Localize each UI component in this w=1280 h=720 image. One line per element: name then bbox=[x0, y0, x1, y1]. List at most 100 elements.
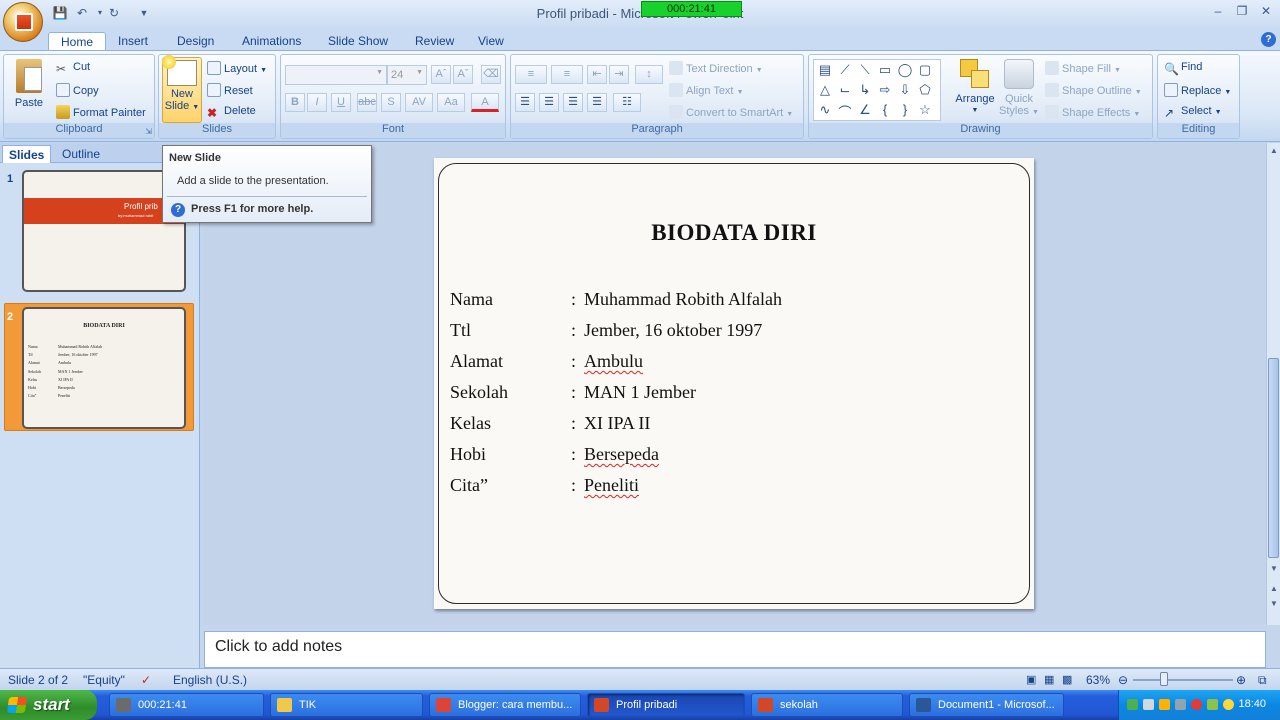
star-shape-icon[interactable]: ☆ bbox=[916, 102, 934, 118]
tray-icon[interactable] bbox=[1127, 699, 1138, 710]
paste-button[interactable]: Paste bbox=[7, 59, 51, 109]
replace-button[interactable]: Replace ▼ bbox=[1164, 83, 1231, 97]
underline-icon[interactable]: U bbox=[331, 93, 351, 112]
tray-icon[interactable] bbox=[1191, 699, 1202, 710]
spelling-check-icon[interactable]: ✓ bbox=[141, 673, 151, 687]
scroll-down-icon[interactable]: ▼ bbox=[1268, 563, 1280, 575]
office-button[interactable] bbox=[3, 2, 43, 42]
tab-insert[interactable]: Insert bbox=[118, 32, 148, 50]
freeform-shape-icon[interactable]: ∠ bbox=[856, 102, 874, 118]
find-button[interactable]: 🔍 Find bbox=[1164, 61, 1202, 76]
taskbar-item[interactable]: 000:21:41 bbox=[109, 693, 264, 717]
shape-effects-button[interactable]: Shape Effects ▼ bbox=[1045, 105, 1140, 119]
fit-to-window-icon[interactable]: ⧉ bbox=[1258, 673, 1267, 688]
tray-icon[interactable] bbox=[1207, 699, 1218, 710]
text-shadow-icon[interactable]: S bbox=[381, 93, 401, 112]
change-case-icon[interactable]: Aa bbox=[437, 93, 465, 112]
slide-title[interactable]: BIODATA DIRI bbox=[434, 220, 1034, 246]
strikethrough-icon[interactable]: abc bbox=[357, 93, 377, 112]
oval-shape-icon[interactable]: ◯ bbox=[896, 62, 914, 78]
minimize-icon[interactable]: – bbox=[1206, 4, 1230, 22]
notes-pane[interactable]: Click to add notes bbox=[204, 631, 1266, 668]
tab-outline[interactable]: Outline bbox=[56, 145, 106, 163]
bullets-icon[interactable]: ≡ bbox=[515, 65, 547, 84]
scrollbar-thumb[interactable] bbox=[1268, 358, 1279, 558]
format-painter-button[interactable]: Format Painter bbox=[56, 105, 146, 119]
taskbar-item[interactable]: Blogger: cara membu... bbox=[429, 693, 581, 717]
copy-button[interactable]: Copy bbox=[56, 83, 99, 97]
justify-icon[interactable]: ☰ bbox=[587, 93, 607, 112]
tab-home[interactable]: Home bbox=[48, 32, 107, 50]
taskbar-item[interactable]: sekolah bbox=[751, 693, 903, 717]
pentagon-shape-icon[interactable]: ⬠ bbox=[916, 82, 934, 98]
taskbar-item[interactable]: TIK bbox=[270, 693, 423, 717]
tab-view[interactable]: View bbox=[478, 32, 504, 50]
align-right-icon[interactable]: ☰ bbox=[563, 93, 583, 112]
vertical-scrollbar[interactable]: ▲ ▼ ▲ ▼ bbox=[1266, 143, 1280, 625]
character-spacing-icon[interactable]: AV bbox=[405, 93, 433, 112]
new-slide-button[interactable]: New Slide ▼ bbox=[162, 55, 202, 123]
slide-sorter-icon[interactable]: ▦ bbox=[1044, 673, 1054, 686]
arrow-down-shape-icon[interactable]: ⇩ bbox=[896, 82, 914, 98]
tab-slides[interactable]: Slides bbox=[2, 145, 52, 163]
previous-slide-icon[interactable]: ▲ bbox=[1268, 583, 1280, 595]
decrease-indent-icon[interactable]: ⇤ bbox=[587, 65, 607, 84]
italic-icon[interactable]: I bbox=[307, 93, 327, 112]
rounded-rect-shape-icon[interactable]: ▢ bbox=[916, 62, 934, 78]
align-text-button[interactable]: Align Text ▼ bbox=[669, 83, 744, 97]
reset-button[interactable]: Reset bbox=[207, 83, 253, 97]
tab-review[interactable]: Review bbox=[415, 32, 454, 50]
columns-icon[interactable]: ☷ bbox=[613, 93, 641, 112]
brace-left-shape-icon[interactable]: { bbox=[876, 102, 894, 117]
numbering-icon[interactable]: ≡ bbox=[551, 65, 583, 84]
close-icon[interactable]: ✕ bbox=[1254, 4, 1278, 22]
line-shape-icon[interactable]: ⟋ bbox=[836, 62, 854, 78]
elbow-shape-icon[interactable]: ⌙ bbox=[836, 82, 854, 98]
increase-indent-icon[interactable]: ⇥ bbox=[609, 65, 629, 84]
arrange-button[interactable]: Arrange ▼ bbox=[953, 59, 997, 117]
tab-slide-show[interactable]: Slide Show bbox=[328, 32, 388, 50]
rectangle-shape-icon[interactable]: ▭ bbox=[876, 62, 894, 78]
arc-shape-icon[interactable]: ⌒ bbox=[836, 102, 854, 121]
taskbar-item[interactable]: Profil pribadi bbox=[587, 693, 745, 717]
tab-animations[interactable]: Animations bbox=[242, 32, 301, 50]
clear-formatting-icon[interactable]: ⌫ bbox=[481, 65, 501, 84]
connector-shape-icon[interactable]: ↳ bbox=[856, 82, 874, 98]
align-left-icon[interactable]: ☰ bbox=[515, 93, 535, 112]
shapes-gallery[interactable]: ▤ ⟋ ⟍ ▭ ◯ ▢ △ ⌙ ↳ ⇨ ⇩ ⬠ ∿ ⌒ ∠ { } ☆ bbox=[813, 59, 941, 121]
font-size-combo[interactable]: 24 ▼ bbox=[387, 65, 427, 85]
slide-thumbnail-2[interactable]: BIODATA DIRI Nama Muhammad Robith Alfalah… bbox=[22, 307, 186, 429]
cut-button[interactable]: ✂ Cut bbox=[56, 61, 90, 76]
shrink-font-icon[interactable]: Aˇ bbox=[453, 65, 473, 84]
layout-button[interactable]: Layout ▼ bbox=[207, 61, 267, 75]
bold-icon[interactable]: B bbox=[285, 93, 305, 112]
arrow-right-shape-icon[interactable]: ⇨ bbox=[876, 82, 894, 98]
maximize-icon[interactable]: ❐ bbox=[1230, 4, 1254, 22]
font-name-combo[interactable]: ▼ bbox=[285, 65, 387, 85]
scroll-up-icon[interactable]: ▲ bbox=[1268, 145, 1280, 157]
taskbar-item[interactable]: Document1 - Microsof... bbox=[909, 693, 1064, 717]
tray-icon[interactable] bbox=[1223, 699, 1234, 710]
quick-styles-button[interactable]: Quick Styles ▼ bbox=[999, 59, 1039, 119]
font-color-icon[interactable]: A bbox=[471, 93, 499, 112]
shape-fill-button[interactable]: Shape Fill ▼ bbox=[1045, 61, 1121, 75]
select-button[interactable]: ↗ Select ▼ bbox=[1164, 105, 1222, 120]
line2-shape-icon[interactable]: ⟍ bbox=[856, 62, 874, 78]
tab-design[interactable]: Design bbox=[177, 32, 214, 50]
triangle-shape-icon[interactable]: △ bbox=[816, 82, 834, 98]
delete-button[interactable]: ✖ Delete bbox=[207, 105, 256, 120]
shape-outline-button[interactable]: Shape Outline ▼ bbox=[1045, 83, 1142, 97]
tray-icon[interactable] bbox=[1143, 699, 1154, 710]
current-slide[interactable]: BIODATA DIRI Nama: Muhammad Robith Alfala… bbox=[434, 158, 1034, 609]
zoom-level[interactable]: 63% bbox=[1086, 673, 1110, 687]
dialog-launcher-icon[interactable]: ⇲ bbox=[145, 127, 152, 136]
curve-shape-icon[interactable]: ∿ bbox=[816, 102, 834, 118]
zoom-in-icon[interactable]: ⊕ bbox=[1236, 673, 1246, 687]
line-spacing-icon[interactable]: ↕ bbox=[635, 65, 663, 84]
zoom-out-icon[interactable]: ⊖ bbox=[1118, 673, 1128, 687]
zoom-slider-knob[interactable] bbox=[1160, 672, 1168, 686]
slide-show-icon[interactable]: ▩ bbox=[1062, 673, 1072, 686]
help-icon[interactable]: ? bbox=[1261, 32, 1276, 47]
grow-font-icon[interactable]: Aˆ bbox=[431, 65, 451, 84]
normal-view-icon[interactable]: ▣ bbox=[1026, 673, 1036, 686]
